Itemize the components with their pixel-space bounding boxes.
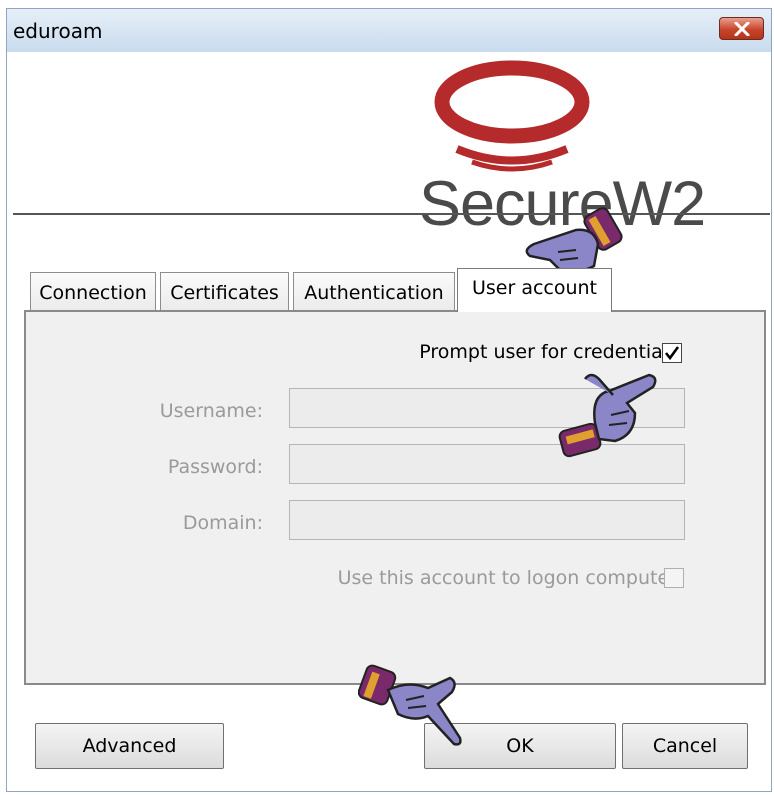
window-title: eduroam <box>13 19 103 43</box>
close-button[interactable] <box>719 17 764 40</box>
password-label: Password: <box>167 456 263 478</box>
pointing-hand-icon <box>558 373 657 458</box>
pointing-hand-icon <box>358 664 462 746</box>
securew2-logo <box>434 60 590 172</box>
tab-connection[interactable]: Connection <box>30 272 156 312</box>
header-divider <box>13 213 770 215</box>
logon-computer-checkbox[interactable] <box>664 568 684 588</box>
tab-user-account[interactable]: User account <box>457 268 612 312</box>
username-label: Username: <box>159 400 263 422</box>
prompt-credentials-checkbox[interactable] <box>662 343 682 363</box>
checkmark-icon <box>664 346 680 361</box>
domain-field[interactable] <box>289 500 685 540</box>
logo-header: SecureW2 <box>7 52 771 239</box>
close-icon <box>734 22 750 36</box>
title-bar: eduroam <box>7 9 771 52</box>
tab-certificates[interactable]: Certificates <box>160 272 289 312</box>
domain-label: Domain: <box>182 512 263 534</box>
cancel-button[interactable]: Cancel <box>622 723 748 769</box>
logon-computer-label: Use this account to logon computer <box>337 567 677 589</box>
advanced-button[interactable]: Advanced <box>35 723 224 769</box>
tab-authentication[interactable]: Authentication <box>293 272 455 312</box>
prompt-credentials-label: Prompt user for credentials <box>419 341 678 363</box>
